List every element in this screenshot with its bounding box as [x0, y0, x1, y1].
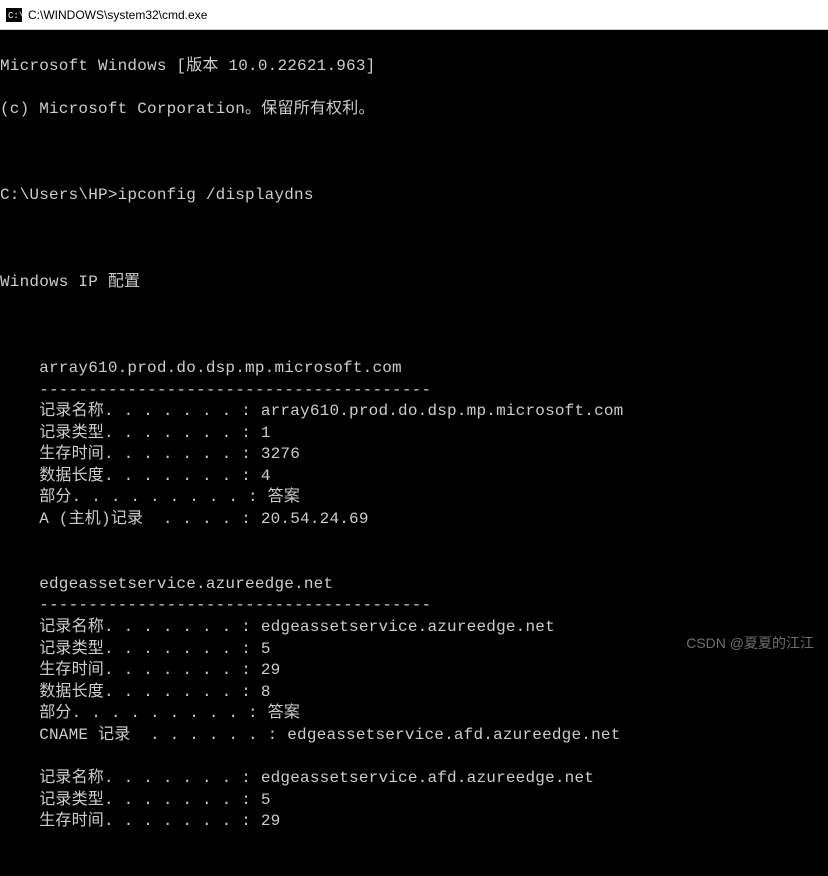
- dns-record-row: 记录名称. . . . . . . : edgeassetservice.afd…: [0, 768, 828, 790]
- window-title: C:\WINDOWS\system32\cmd.exe: [28, 8, 207, 22]
- dns-entry-separator: ----------------------------------------: [0, 595, 828, 617]
- dns-record-row: 记录类型. . . . . . . : 1: [0, 423, 828, 445]
- dns-record-row: 部分. . . . . . . . . : 答案: [0, 703, 828, 725]
- dns-record-row: 部分. . . . . . . . . : 答案: [0, 487, 828, 509]
- dns-record-row: 记录名称. . . . . . . : array610.prod.do.dsp…: [0, 401, 828, 423]
- dns-record-row: 记录类型. . . . . . . : 5: [0, 639, 828, 661]
- dns-entry-separator: ----------------------------------------: [0, 380, 828, 402]
- blank-line: [0, 315, 828, 337]
- dns-record-row: 记录名称. . . . . . . : edgeassetservice.azu…: [0, 617, 828, 639]
- dns-record-row: A (主机)记录 . . . . : 20.54.24.69: [0, 509, 828, 531]
- prompt-line: C:\Users\HP>ipconfig /displaydns: [0, 185, 828, 207]
- blank-line: [0, 747, 828, 769]
- dns-entry-hostname: edgeassetservice.azureedge.net: [0, 574, 828, 596]
- dns-record-row: 数据长度. . . . . . . : 4: [0, 466, 828, 488]
- dns-record-row: 生存时间. . . . . . . : 3276: [0, 444, 828, 466]
- dns-record-row: 记录类型. . . . . . . : 5: [0, 790, 828, 812]
- blank-line: [0, 531, 828, 553]
- dns-record-row: 生存时间. . . . . . . : 29: [0, 811, 828, 833]
- blank-line: [0, 833, 828, 855]
- header-line2: (c) Microsoft Corporation。保留所有权利。: [0, 99, 828, 121]
- blank-line: [0, 142, 828, 164]
- dns-entry-hostname: array610.prod.do.dsp.mp.microsoft.com: [0, 358, 828, 380]
- header-line1: Microsoft Windows [版本 10.0.22621.963]: [0, 56, 828, 78]
- svg-text:C:\: C:\: [8, 11, 22, 21]
- blank-line: [0, 228, 828, 250]
- dns-record-row: 生存时间. . . . . . . : 29: [0, 660, 828, 682]
- blank-line: [0, 552, 828, 574]
- dns-record-row: 数据长度. . . . . . . : 8: [0, 682, 828, 704]
- dns-record-row: CNAME 记录 . . . . . . : edgeassetservice.…: [0, 725, 828, 747]
- window-titlebar[interactable]: C:\ C:\WINDOWS\system32\cmd.exe: [0, 0, 828, 30]
- terminal-output[interactable]: Microsoft Windows [版本 10.0.22621.963] (c…: [0, 30, 828, 876]
- section-title: Windows IP 配置: [0, 272, 828, 294]
- cmd-icon: C:\: [6, 7, 22, 23]
